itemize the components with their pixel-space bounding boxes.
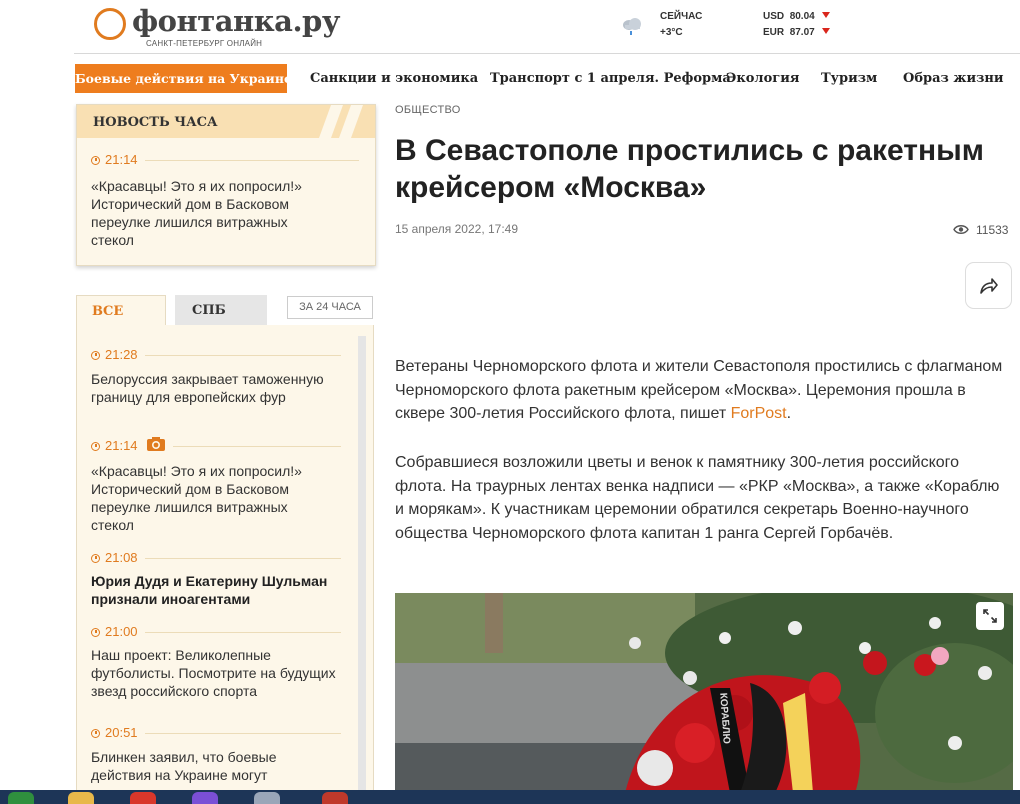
divider bbox=[145, 558, 341, 559]
feed-item-time: 21:28 bbox=[91, 346, 138, 364]
nav-item-sanctions[interactable]: Санкции и экономика bbox=[310, 64, 478, 93]
hour-news-header: НОВОСТЬ ЧАСА bbox=[77, 105, 375, 138]
weather-label: СЕЙЧАС bbox=[660, 11, 703, 22]
paragraph-text: . bbox=[786, 405, 792, 422]
hour-news-box: НОВОСТЬ ЧАСА 21:14 «Красавцы! Это я их п… bbox=[76, 104, 376, 266]
article-title: В Севастополе простились с ракетным крей… bbox=[395, 134, 984, 204]
divider bbox=[145, 160, 359, 161]
feed-scrollbar[interactable] bbox=[358, 336, 366, 794]
logo-text: фонтанка.ру bbox=[132, 4, 340, 38]
hour-news-time: 21:14 bbox=[91, 151, 138, 169]
clock-icon bbox=[91, 156, 100, 165]
header-divider bbox=[74, 53, 1020, 54]
viber-icon[interactable] bbox=[192, 792, 218, 804]
period-24h-button[interactable]: ЗА 24 ЧАСА bbox=[287, 296, 373, 319]
clock-icon bbox=[91, 628, 100, 637]
divider bbox=[173, 446, 341, 447]
currency-value: 80.04 bbox=[789, 11, 815, 22]
currency-usd: USD 80.04 bbox=[763, 11, 830, 22]
clock-icon bbox=[91, 351, 100, 360]
hour-news-headline[interactable]: «Красавцы! Это я их попросил!» Историчес… bbox=[91, 177, 321, 249]
chrome-icon[interactable] bbox=[130, 792, 156, 804]
divider bbox=[145, 733, 341, 734]
decor-slash bbox=[338, 105, 364, 138]
expand-photo-button[interactable] bbox=[976, 602, 1004, 630]
weather-temperature: +3°C bbox=[660, 27, 683, 38]
paragraph-text: Ветераны Черноморского флота и жители Се… bbox=[395, 358, 1003, 422]
feed-item-headline[interactable]: «Красавцы! Это я их попросил!» Историчес… bbox=[91, 462, 327, 534]
eye-icon bbox=[953, 225, 969, 234]
feed-item-headline[interactable]: Белоруссия закрывает таможенную границу … bbox=[91, 370, 327, 406]
app-icon[interactable] bbox=[322, 792, 348, 804]
down-arrow-icon bbox=[821, 28, 830, 34]
currency-code: EUR bbox=[763, 27, 785, 38]
article-paragraph: Собравшиеся возложили цветы и венок к па… bbox=[395, 454, 1000, 542]
expand-icon bbox=[983, 609, 997, 623]
feed-item-time: 21:00 bbox=[91, 623, 138, 641]
source-link[interactable]: ForPost bbox=[731, 405, 787, 422]
share-icon bbox=[980, 278, 998, 294]
decor-slash bbox=[318, 105, 344, 138]
nav-item-transport[interactable]: Транспорт с 1 апреля. Реформа bbox=[490, 64, 731, 93]
camera-icon bbox=[147, 437, 165, 451]
article-rubric[interactable]: ОБЩЕСТВО bbox=[395, 104, 461, 116]
app-icon[interactable] bbox=[254, 792, 280, 804]
feed-item-time: 21:14 bbox=[91, 437, 138, 455]
currency-value: 87.07 bbox=[789, 27, 815, 38]
divider bbox=[145, 632, 341, 633]
logo-emblem-icon bbox=[94, 8, 126, 40]
tab-spb[interactable]: СПБ bbox=[175, 295, 267, 326]
currency-eur: EUR 87.07 bbox=[763, 27, 830, 38]
divider bbox=[145, 355, 341, 356]
start-icon[interactable] bbox=[8, 792, 34, 804]
clock-icon bbox=[91, 442, 100, 451]
nav-item-war-ukraine[interactable]: Боевые действия на Украине bbox=[75, 64, 292, 93]
cloud-rain-icon bbox=[623, 18, 641, 35]
clock-icon bbox=[91, 554, 100, 563]
article-date: 15 апреля 2022, 17:49 bbox=[395, 222, 519, 236]
news-feed: 21:28 Белоруссия закрывает таможенную гр… bbox=[76, 325, 374, 796]
article-views: 11533 bbox=[976, 223, 1009, 237]
article-paragraph: Ветераны Черноморского флота и жители Се… bbox=[395, 355, 1005, 426]
down-arrow-icon bbox=[821, 12, 830, 18]
feed-item-headline[interactable]: Наш проект: Великолепные футболисты. Пос… bbox=[91, 646, 351, 700]
logo-subtitle: САНКТ-ПЕТЕРБУРГ ОНЛАЙН bbox=[146, 39, 263, 48]
feed-item-headline[interactable]: Блинкен заявил, что боевые действия на У… bbox=[91, 748, 327, 784]
hour-news-title: НОВОСТЬ ЧАСА bbox=[93, 115, 218, 130]
feed-item-headline[interactable]: Юрия Дудя и Екатерину Шульман признали и… bbox=[91, 572, 351, 608]
tab-all[interactable]: ВСЕ bbox=[76, 295, 166, 326]
nav-item-ecology[interactable]: Экология bbox=[726, 64, 799, 93]
clock-icon bbox=[91, 729, 100, 738]
nav-item-lifestyle[interactable]: Образ жизни bbox=[903, 64, 1004, 93]
currency-code: USD bbox=[763, 11, 785, 22]
article-photo[interactable]: КОРАБЛЮ bbox=[395, 593, 1013, 793]
folder-icon[interactable] bbox=[68, 792, 94, 804]
wreath-photo bbox=[395, 593, 1013, 793]
share-button[interactable] bbox=[965, 262, 1012, 309]
site-logo[interactable]: фонтанка.ру САНКТ-ПЕТЕРБУРГ ОНЛАЙН bbox=[94, 4, 340, 48]
feed-item-time: 20:51 bbox=[91, 724, 138, 742]
nav-item-tourism[interactable]: Туризм bbox=[821, 64, 877, 93]
feed-item-time: 21:08 bbox=[91, 549, 138, 567]
